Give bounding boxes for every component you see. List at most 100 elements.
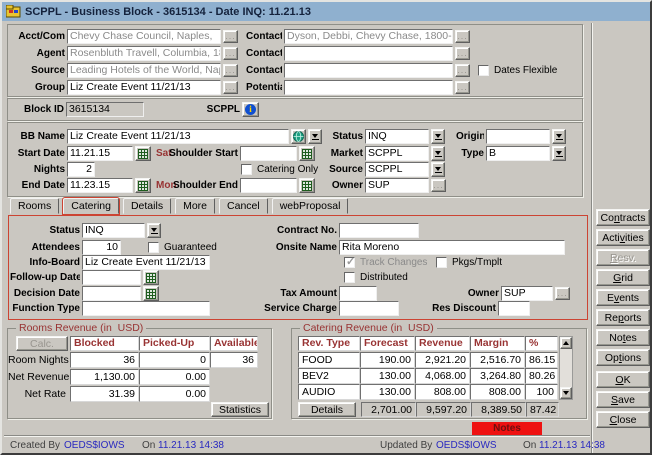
chevron-down-icon (312, 134, 318, 138)
contact-2-field[interactable] (284, 46, 453, 61)
title-bar[interactable]: SCPPL - Business Block - 3615134 - Date … (2, 2, 650, 21)
net-rate-label: Net Rate (8, 386, 70, 402)
start-date-input[interactable]: 11.21.15 (67, 146, 133, 161)
market-dropdown-button[interactable] (431, 146, 445, 161)
status-dropdown-button[interactable] (431, 129, 445, 144)
bb-name-globe-button[interactable] (291, 129, 306, 144)
guaranteed-checkbox[interactable] (148, 242, 159, 253)
service-charge-input[interactable] (339, 301, 399, 316)
pkgs-tmplt-checkbox[interactable] (436, 257, 447, 268)
origin-select[interactable] (486, 129, 550, 144)
table-cell: 3,264.80 (470, 368, 525, 384)
potential-field[interactable] (284, 80, 453, 95)
status-select[interactable]: INQ (365, 129, 429, 144)
catering-revenue-row[interactable]: AUDIO 130.00 808.00 808.00 100 (298, 384, 558, 400)
dates-flexible-checkbox[interactable] (478, 65, 489, 76)
shoulder-end-input[interactable] (240, 178, 297, 193)
type-select[interactable]: B (486, 146, 550, 161)
grid-button[interactable]: Grid (596, 269, 650, 286)
bb-name-dropdown-button[interactable] (308, 129, 322, 144)
shoulder-start-input[interactable] (240, 146, 297, 161)
info-board-input[interactable]: Liz Create Event 11/21/13 (82, 255, 210, 270)
tab-webproposal[interactable]: webProposal (272, 198, 349, 214)
tab-catering[interactable]: Catering (63, 198, 119, 214)
type-dropdown-button[interactable] (552, 146, 566, 161)
tab-details[interactable]: Details (123, 198, 171, 214)
tax-amount-input[interactable] (339, 286, 377, 301)
catering-status-select[interactable]: INQ (82, 223, 145, 238)
reports-button[interactable]: Reports (596, 309, 650, 326)
scrollbar-down-button[interactable] (560, 387, 572, 399)
tab-cancel[interactable]: Cancel (219, 198, 268, 214)
catering-revenue-row[interactable]: FOOD 190.00 2,921.20 2,516.70 86.15 (298, 352, 558, 368)
statistics-button[interactable]: Statistics (211, 402, 269, 417)
updated-on-label: On (523, 440, 536, 451)
app-icon[interactable] (6, 5, 21, 18)
res-discount-input[interactable] (498, 301, 530, 316)
ok-button[interactable]: OK (596, 371, 650, 388)
save-button[interactable]: Save (596, 391, 650, 408)
catering-owner-browse-button[interactable]: ... (555, 287, 570, 300)
shoulder-end-calendar-button[interactable] (299, 178, 315, 193)
tab-rooms[interactable]: Rooms (10, 198, 59, 214)
acct-com-browse-button[interactable]: ... (223, 30, 238, 43)
details-button[interactable]: Details (298, 402, 356, 417)
source-dropdown-button[interactable] (431, 162, 445, 177)
scrollbar-up-button[interactable] (560, 337, 572, 349)
catering-owner-input[interactable]: SUP (501, 286, 553, 301)
shoulder-start-calendar-button[interactable] (299, 146, 315, 161)
distributed-checkbox[interactable] (344, 272, 355, 283)
catering-status-dropdown-button[interactable] (147, 223, 161, 238)
close-button[interactable]: Close (596, 411, 650, 428)
origin-dropdown-button[interactable] (552, 129, 566, 144)
follow-up-date-input[interactable] (82, 270, 141, 285)
onsite-name-input[interactable]: Rita Moreno (339, 240, 565, 255)
options-button[interactable]: Options (596, 349, 650, 366)
contracts-button[interactable]: Contracts (596, 209, 650, 226)
total-forecast-cell: 2,701.00 (361, 402, 416, 417)
decision-date-input[interactable] (82, 286, 141, 301)
agent-field[interactable]: Rosenbluth Travell, Columbia, 1800-r (67, 46, 221, 61)
follow-up-calendar-button[interactable] (143, 270, 159, 285)
group-browse-button[interactable]: ... (223, 81, 238, 94)
notes-button[interactable]: Notes (596, 329, 650, 346)
bb-name-input[interactable]: Liz Create Event 11/21/13 (67, 129, 289, 144)
contact-1-field[interactable]: Dyson, Debbi, Chevy Chase, 1800-123- (284, 29, 453, 44)
track-changes-checkbox[interactable] (344, 257, 355, 268)
source-account-field[interactable]: Leading Hotels of the World, Naples, (67, 63, 221, 78)
property-info-button[interactable] (242, 102, 259, 117)
contract-no-input[interactable] (339, 223, 419, 238)
function-type-input[interactable] (82, 301, 210, 316)
status-label: Status (326, 131, 363, 142)
created-on-label: On (142, 440, 155, 451)
calc-button[interactable]: Calc. (16, 336, 68, 351)
contact-3-field[interactable] (284, 63, 453, 78)
source-account-browse-button[interactable]: ... (223, 64, 238, 77)
source-label: Source (326, 164, 363, 175)
source-account-label: Source (12, 65, 65, 76)
attendees-input[interactable]: 10 (82, 240, 121, 255)
events-button[interactable]: Events (596, 289, 650, 306)
agent-browse-button[interactable]: ... (223, 47, 238, 60)
contact-3-browse-button[interactable]: ... (455, 64, 470, 77)
group-field[interactable]: Liz Create Event 11/21/13 (67, 80, 221, 95)
potential-browse-button[interactable]: ... (455, 81, 470, 94)
catering-only-checkbox[interactable] (241, 164, 252, 175)
notes-badge[interactable]: Notes (472, 422, 542, 435)
market-select[interactable]: SCPPL (365, 146, 429, 161)
acct-com-field[interactable]: Chevy Chase Council, Naples, (67, 29, 221, 44)
decision-calendar-button[interactable] (143, 286, 159, 301)
source-select[interactable]: SCPPL (365, 162, 429, 177)
catering-revenue-row[interactable]: BEV2 130.00 4,068.00 3,264.80 80.26 (298, 368, 558, 384)
end-date-input[interactable]: 11.23.15 (67, 178, 133, 193)
catering-revenue-scrollbar[interactable] (559, 336, 573, 400)
activities-button[interactable]: Activities (596, 229, 650, 246)
owner-browse-button[interactable]: ... (431, 179, 446, 192)
tab-more[interactable]: More (175, 198, 215, 214)
contact-1-browse-button[interactable]: ... (455, 30, 470, 43)
info-board-label: Info-Board (10, 257, 80, 268)
contact-2-browse-button[interactable]: ... (455, 47, 470, 60)
owner-input[interactable]: SUP (365, 178, 429, 193)
end-date-label: End Date (12, 180, 65, 191)
nights-input[interactable]: 2 (67, 162, 95, 177)
